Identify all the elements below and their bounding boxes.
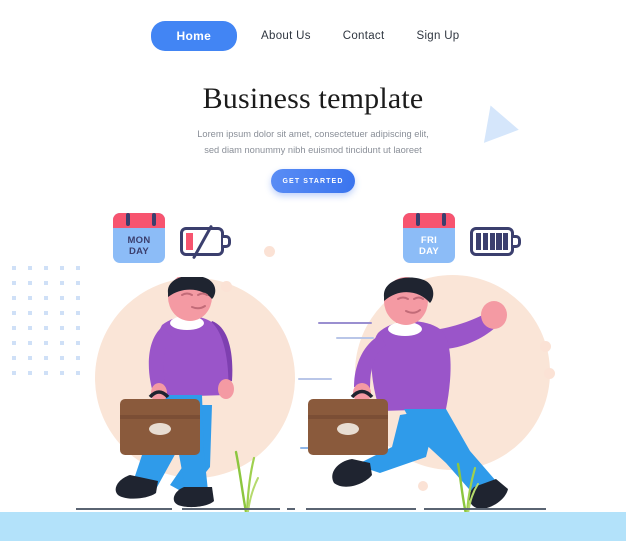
decorative-dot-3 [544, 368, 555, 379]
calendar-monday-header [113, 213, 165, 228]
battery-empty-cap [223, 235, 231, 248]
calendar-monday-line-2: DAY [128, 245, 150, 257]
battery-empty [180, 224, 232, 260]
calendar-monday-ring-right [152, 213, 156, 226]
calendar-monday: MON DAY [113, 213, 165, 263]
get-started-button[interactable]: GET STARTED [271, 169, 355, 193]
nav-item-contact[interactable]: Contact [327, 30, 401, 42]
calendar-friday-ring-right [442, 213, 446, 226]
grass-tuft-left [234, 450, 259, 512]
grass-tuft-right [456, 462, 479, 514]
battery-full-cap [513, 235, 521, 248]
calendar-friday-line-1: FRI [420, 234, 438, 246]
calendar-monday-ring-left [126, 213, 130, 226]
triangle-decoration [483, 105, 523, 149]
battery-full-bars [476, 233, 509, 250]
nav-item-about-us[interactable]: About Us [245, 30, 327, 42]
nav-item-sign-up[interactable]: Sign Up [400, 30, 475, 42]
nav-item-home[interactable]: Home [150, 21, 238, 51]
calendar-friday: FRI DAY [403, 213, 455, 263]
ground-band [0, 512, 626, 541]
calendar-friday-ring-left [416, 213, 420, 226]
hero-subtitle-line-2: sed diam nonummy nibh euismod tincidunt … [204, 145, 422, 155]
hero-subtitle: Lorem ipsum dolor sit amet, consectetuer… [0, 126, 626, 158]
ground-line-segment-3 [287, 508, 295, 510]
landing-page: Home About Us Contact Sign Up Business t… [0, 0, 626, 541]
calendar-friday-header [403, 213, 455, 228]
ground-line-segment-1 [76, 508, 172, 510]
calendar-monday-line-1: MON [127, 234, 151, 246]
dot-grid-decoration [12, 266, 92, 386]
calendar-friday-body: FRI DAY [403, 228, 455, 263]
illustration-energetic-businessman [308, 277, 508, 509]
page-title: Business template [202, 82, 424, 115]
ground-line-segment-4 [306, 508, 416, 510]
ground-line-segment-2 [182, 508, 280, 510]
hero-subtitle-line-1: Lorem ipsum dolor sit amet, consectetuer… [197, 129, 429, 139]
main-navigation: Home About Us Contact Sign Up [0, 0, 626, 72]
battery-full [470, 227, 522, 256]
ground-line-segment-5 [424, 508, 546, 510]
decorative-dot-1 [264, 246, 275, 257]
calendar-friday-line-2: DAY [418, 245, 440, 257]
calendar-monday-body: MON DAY [113, 228, 165, 263]
battery-empty-bars [186, 233, 193, 250]
decorative-dot-2 [540, 341, 551, 352]
